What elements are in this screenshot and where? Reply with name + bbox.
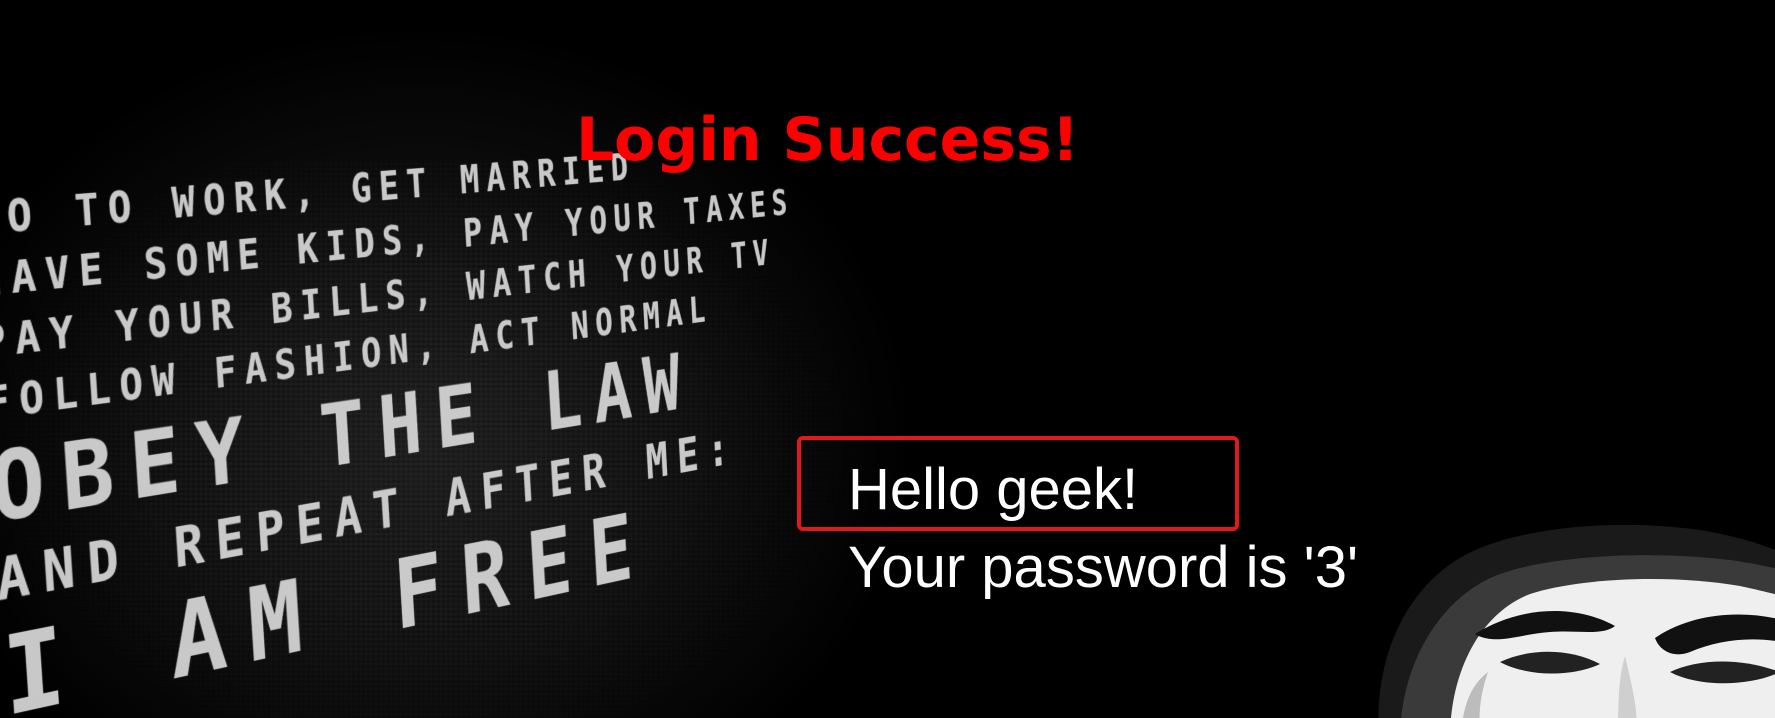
greeting-text: Hello geek! bbox=[848, 457, 1139, 522]
guy-fawkes-mask-icon bbox=[1378, 524, 1775, 718]
page-title: Login Success! bbox=[575, 105, 1080, 175]
login-success-page: GO TO WORK, GET MARRIED HAVE SOME KIDS, … bbox=[0, 0, 1775, 718]
password-message: Your password is '3' bbox=[848, 535, 1359, 600]
